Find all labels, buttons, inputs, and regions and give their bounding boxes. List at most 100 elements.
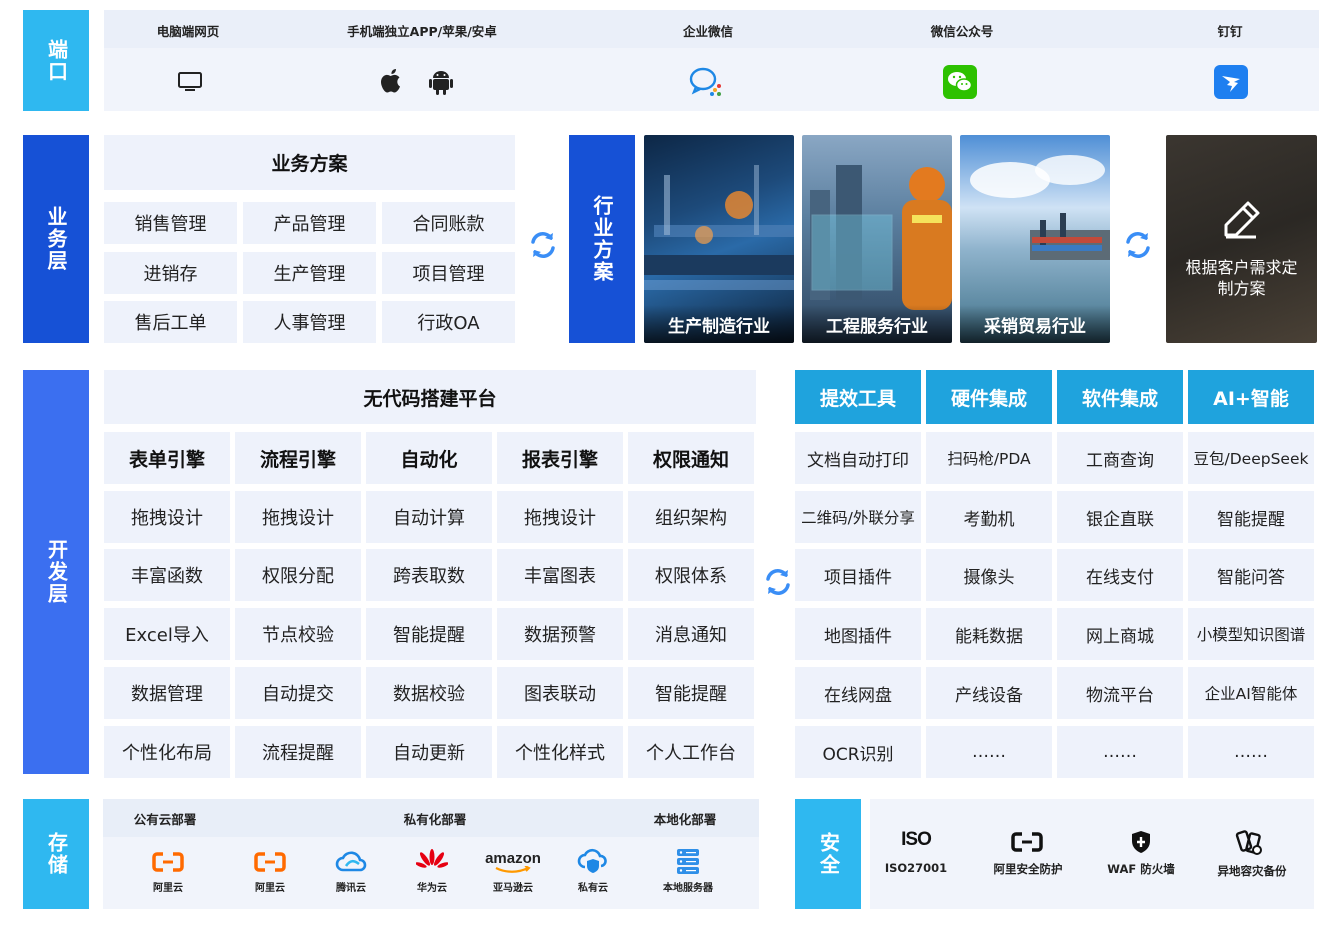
business-item: 售后工单 [104, 301, 237, 343]
tools-item: 智能问答 [1188, 549, 1314, 601]
industry-photo-caption: 采销贸易行业 [960, 305, 1110, 343]
dev-column-head: 报表引擎 [497, 432, 623, 484]
wecom-icon [688, 65, 724, 99]
server-icon [672, 846, 704, 876]
dev-item: 拖拽设计 [235, 491, 361, 543]
dev-item: 丰富图表 [497, 549, 623, 601]
dev-item: 数据管理 [104, 667, 230, 719]
storage-logo-label: 腾讯云 [336, 883, 366, 894]
industry-photo-engineering: 工程服务行业 [802, 135, 952, 343]
dev-item: 权限分配 [235, 549, 361, 601]
dev-column-head: 流程引擎 [235, 432, 361, 484]
dev-item: 权限体系 [628, 549, 754, 601]
security-item-label: WAF 防火墙 [1107, 862, 1175, 876]
wechat-icon [942, 65, 978, 99]
private-cloud-icon [575, 847, 611, 875]
security-item-label: 异地容灾备份 [1217, 864, 1287, 878]
business-side-label: 业务层 [23, 135, 89, 343]
custom-solution-text: 根据客户需求定制方案 [1185, 258, 1298, 298]
tools-item: 豆包/DeepSeek [1188, 432, 1314, 484]
storage-logo-label: 亚马逊云 [493, 883, 533, 894]
tools-item: 在线网盘 [795, 667, 921, 719]
storage-group-public: 公有云部署 [133, 811, 197, 827]
dev-item: 丰富函数 [104, 549, 230, 601]
storage-group-private: 私有化部署 [403, 811, 467, 827]
tools-item: …… [1188, 726, 1314, 778]
dev-item: 个性化布局 [104, 726, 230, 778]
tools-item: 考勤机 [926, 491, 1052, 543]
sync-arrows-icon [760, 565, 796, 599]
business-item: 人事管理 [243, 301, 376, 343]
tools-item: 小模型知识图谱 [1188, 608, 1314, 660]
tools-item: 扫码枪/PDA [926, 432, 1052, 484]
port-label-app: 手机端独立APP/苹果/安卓 [347, 23, 497, 39]
tools-item: 能耗数据 [926, 608, 1052, 660]
dev-item: 自动提交 [235, 667, 361, 719]
business-item: 销售管理 [104, 202, 237, 244]
tools-item: 网上商城 [1057, 608, 1183, 660]
dev-item: 节点校验 [235, 608, 361, 660]
storage-group-local: 本地化部署 [653, 811, 717, 827]
huawei-cloud-icon [414, 848, 450, 874]
tools-item: 项目插件 [795, 549, 921, 601]
business-item: 进销存 [104, 252, 237, 294]
dev-item: 个人工作台 [628, 726, 754, 778]
amazon-smile-icon [492, 866, 532, 874]
dev-item: 拖拽设计 [104, 491, 230, 543]
dev-item: 数据校验 [366, 667, 492, 719]
tencent-cloud-icon [333, 848, 369, 874]
iso-mark: ISO [901, 829, 932, 850]
security-item-label: 阿里安全防护 [993, 862, 1063, 876]
monitor-icon [175, 68, 205, 96]
aliyun-icon [252, 850, 288, 874]
dev-column-head: 表单引擎 [104, 432, 230, 484]
tools-item: 物流平台 [1057, 667, 1183, 719]
dev-side-label: 开发层 [23, 370, 89, 774]
business-item: 生产管理 [243, 252, 376, 294]
business-item: 项目管理 [382, 252, 515, 294]
storage-logo-label: 阿里云 [153, 883, 183, 894]
tools-item: …… [1057, 726, 1183, 778]
tools-item: 企业AI智能体 [1188, 667, 1314, 719]
tools-column-head: 硬件集成 [926, 370, 1052, 424]
tools-item: 地图插件 [795, 608, 921, 660]
dev-title: 无代码搭建平台 [363, 387, 497, 410]
amazon-logo: amazon [485, 850, 541, 867]
dev-item: 智能提醒 [366, 608, 492, 660]
business-title: 业务方案 [271, 153, 348, 175]
dev-item: 拖拽设计 [497, 491, 623, 543]
aliyun-icon [150, 850, 186, 874]
dev-item: 图表联动 [497, 667, 623, 719]
business-item: 合同账款 [382, 202, 515, 244]
dev-item: 自动更新 [366, 726, 492, 778]
storage-logo-label: 本地服务器 [663, 883, 713, 894]
firewall-shield-icon [1128, 829, 1154, 855]
tools-item: 银企直联 [1057, 491, 1183, 543]
port-label-pc: 电脑端网页 [156, 23, 220, 39]
port-label-wechat-mp: 微信公众号 [930, 23, 994, 39]
industry-side-label: 行业方案 [569, 135, 635, 343]
dev-item: 智能提醒 [628, 667, 754, 719]
custom-solution-card: 根据客户需求定制方案 [1166, 135, 1317, 343]
dev-item: 数据预警 [497, 608, 623, 660]
tools-column-head: 软件集成 [1057, 370, 1183, 424]
industry-photo-manufacturing: 生产制造行业 [644, 135, 794, 343]
tools-item: 工商查询 [1057, 432, 1183, 484]
tools-column-head: AI+智能 [1188, 370, 1314, 424]
apple-icon [376, 66, 406, 98]
storage-logo-label: 阿里云 [255, 883, 285, 894]
tools-item: 二维码/外联分享 [795, 491, 921, 543]
tools-column-head: 提效工具 [795, 370, 921, 424]
industry-photo-caption: 生产制造行业 [644, 305, 794, 343]
ali-shield-icon [1010, 830, 1044, 854]
security-item-label: ISO27001 [884, 861, 948, 875]
dev-column-head: 自动化 [366, 432, 492, 484]
ports-side-label: 端口 [23, 10, 89, 111]
tools-item: 文档自动打印 [795, 432, 921, 484]
industry-photo-trade: 采销贸易行业 [960, 135, 1110, 343]
tools-item: 智能提醒 [1188, 491, 1314, 543]
dev-item: 自动计算 [366, 491, 492, 543]
dev-item: Excel导入 [104, 608, 230, 660]
tools-item: …… [926, 726, 1052, 778]
port-label-dingtalk: 钉钉 [1217, 23, 1243, 39]
